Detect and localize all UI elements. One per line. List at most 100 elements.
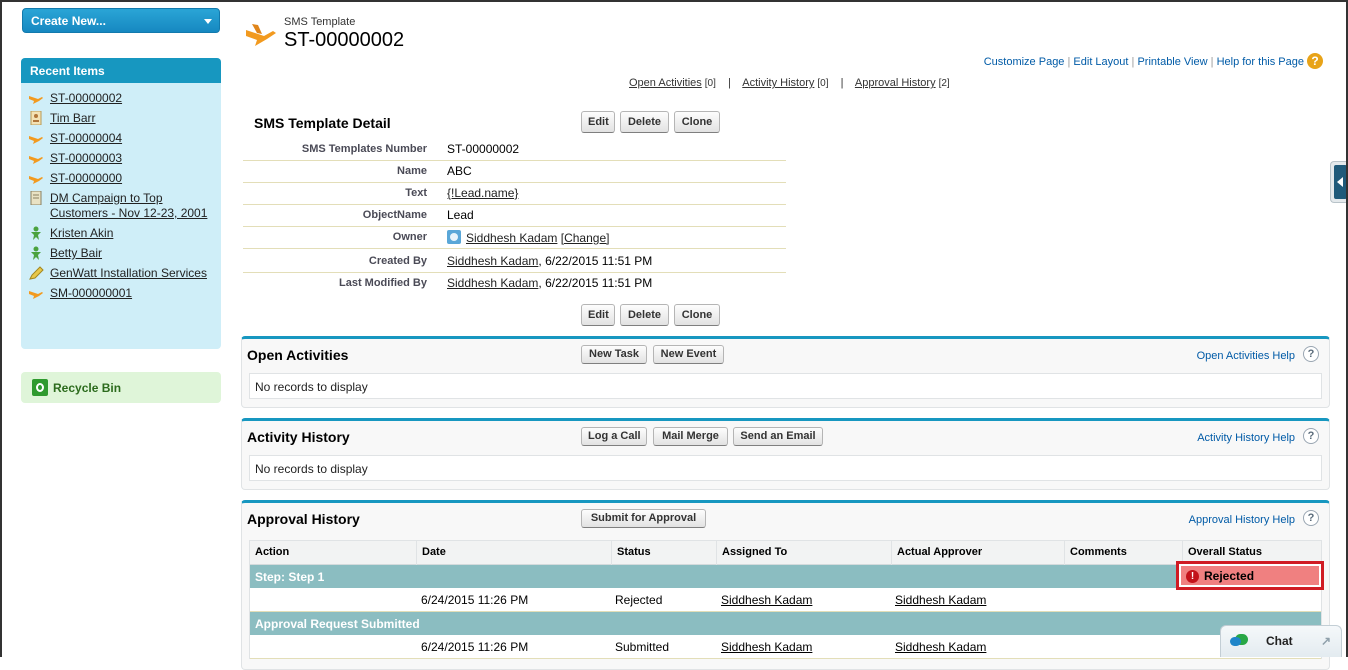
- plane-icon: [29, 96, 43, 104]
- field-row-objectname: ObjectName Lead: [243, 205, 786, 227]
- table-row: 6/24/2015 11:26 PM Submitted Siddhesh Ka…: [250, 635, 1321, 659]
- recent-item-link[interactable]: ST-00000002: [50, 91, 122, 105]
- customize-page-link[interactable]: Customize Page: [984, 56, 1065, 68]
- cell-actual-approver-link[interactable]: Siddhesh Kadam: [895, 640, 986, 654]
- approval-history-anchor[interactable]: Approval History: [855, 77, 936, 89]
- recent-item-link[interactable]: GenWatt Installation Services: [50, 266, 207, 280]
- field-row-text: Text {!Lead.name}: [243, 183, 786, 205]
- owner-change-link[interactable]: [Change]: [561, 231, 610, 245]
- clone-button[interactable]: Clone: [674, 111, 720, 133]
- open-activities-anchor[interactable]: Open Activities: [629, 77, 702, 89]
- edit-layout-link[interactable]: Edit Layout: [1073, 56, 1128, 68]
- related-list-links: Open Activities [0] | Activity History [0]…: [629, 77, 950, 89]
- pencil-icon: [29, 266, 44, 280]
- page-title: ST-00000002: [284, 29, 405, 51]
- recent-item-link[interactable]: DM Campaign to Top Customers - Nov 12-23…: [50, 191, 207, 220]
- field-row-last-modified: Last Modified By Siddhesh Kadam, 6/22/20…: [243, 273, 786, 295]
- contact-card-icon: [30, 111, 42, 125]
- plane-icon: [29, 156, 43, 164]
- table-header: Action Date Status Assigned To Actual Ap…: [250, 541, 1321, 565]
- column-header-actual-approver: Actual Approver: [891, 541, 1064, 565]
- create-new-button[interactable]: Create New...: [22, 8, 220, 33]
- recent-item-link[interactable]: Tim Barr: [50, 111, 96, 125]
- recycle-bin-link[interactable]: Recycle Bin: [21, 372, 221, 403]
- modified-by-link[interactable]: Siddhesh Kadam: [447, 276, 538, 290]
- cell-assigned-to-link[interactable]: Siddhesh Kadam: [721, 640, 812, 654]
- field-value: ABC: [447, 164, 472, 178]
- empty-message: No records to display: [249, 373, 1322, 399]
- chat-bubble-icon: [1230, 637, 1241, 646]
- field-row-owner: Owner Siddhesh Kadam [Change]: [243, 227, 786, 249]
- clone-button-bottom[interactable]: Clone: [674, 304, 720, 326]
- recent-item-link[interactable]: ST-00000000: [50, 171, 122, 185]
- delete-button-bottom[interactable]: Delete: [620, 304, 669, 326]
- edit-button[interactable]: Edit: [581, 111, 615, 133]
- section-title: Approval History: [247, 511, 360, 527]
- printable-view-link[interactable]: Printable View: [1137, 56, 1207, 68]
- created-by-link[interactable]: Siddhesh Kadam: [447, 254, 538, 268]
- activity-history-anchor[interactable]: Activity History: [742, 77, 814, 89]
- approval-history-table: Action Date Status Assigned To Actual Ap…: [249, 540, 1322, 659]
- recent-item-link[interactable]: Kristen Akin: [50, 226, 113, 240]
- field-row-name: Name ABC: [243, 161, 786, 183]
- field-label: ObjectName: [362, 209, 427, 221]
- recent-items-title: Recent Items: [21, 58, 221, 83]
- help-icon[interactable]: ?: [1303, 346, 1319, 362]
- field-label: SMS Templates Number: [301, 143, 427, 155]
- send-email-button[interactable]: Send an Email: [733, 427, 823, 446]
- overall-status-badge: ! Rejected: [1181, 566, 1319, 585]
- plane-icon: [29, 136, 43, 144]
- recent-item: ST-00000000: [21, 169, 221, 189]
- field-row-number: SMS Templates Number ST-00000002: [243, 139, 786, 161]
- chevron-left-icon: [1334, 165, 1347, 199]
- modified-date: , 6/22/2015 11:51 PM: [538, 276, 653, 290]
- field-value: Siddhesh Kadam, 6/22/2015 11:51 PM: [447, 276, 652, 290]
- help-icon[interactable]: ?: [1303, 510, 1319, 526]
- new-task-button[interactable]: New Task: [581, 345, 647, 364]
- cell-actual-approver-link[interactable]: Siddhesh Kadam: [895, 593, 986, 607]
- field-label: Last Modified By: [338, 277, 427, 289]
- text-value-link[interactable]: {!Lead.name}: [447, 186, 518, 200]
- cell-date: 6/24/2015 11:26 PM: [421, 593, 529, 607]
- step-header-row: Step: Step 1: [250, 565, 1321, 588]
- recent-item-link[interactable]: Betty Bair: [50, 246, 102, 260]
- log-a-call-button[interactable]: Log a Call: [581, 427, 647, 446]
- delete-button[interactable]: Delete: [620, 111, 669, 133]
- recent-item: ST-00000003: [21, 149, 221, 169]
- approval-history-help-link[interactable]: Approval History Help: [1189, 514, 1295, 526]
- help-icon[interactable]: ?: [1303, 428, 1319, 444]
- help-for-page-link[interactable]: Help for this Page: [1217, 56, 1304, 68]
- field-label: Owner: [392, 231, 427, 243]
- recent-items-list: ST-00000002 Tim Barr ST-00000004 ST-0000…: [21, 83, 221, 304]
- help-icon[interactable]: ?: [1307, 53, 1323, 69]
- chevron-down-icon: [204, 19, 212, 24]
- sidebar-collapse-tab[interactable]: [1330, 161, 1348, 203]
- created-date: , 6/22/2015 11:51 PM: [538, 254, 653, 268]
- recent-item: Kristen Akin: [21, 224, 221, 244]
- approval-history-count: [2]: [938, 78, 950, 89]
- chat-widget[interactable]: Chat ↗: [1220, 625, 1342, 657]
- step-header-row: Approval Request Submitted: [250, 612, 1321, 635]
- recent-item-link[interactable]: ST-00000004: [50, 131, 122, 145]
- recycle-bin-label: Recycle Bin: [53, 381, 122, 395]
- recent-item: GenWatt Installation Services: [21, 264, 221, 284]
- object-type-label: SMS Template: [284, 16, 356, 28]
- open-activities-help-link[interactable]: Open Activities Help: [1197, 350, 1295, 362]
- recent-item-link[interactable]: ST-00000003: [50, 151, 122, 165]
- cell-assigned-to-link[interactable]: Siddhesh Kadam: [721, 593, 812, 607]
- mail-merge-button[interactable]: Mail Merge: [653, 427, 728, 446]
- field-value: ST-00000002: [447, 142, 520, 156]
- recent-item: Betty Bair: [21, 244, 221, 264]
- separator: |: [727, 77, 731, 89]
- recent-item: ST-00000004: [21, 129, 221, 149]
- popout-icon[interactable]: ↗: [1321, 634, 1331, 648]
- recent-item-link[interactable]: SM-000000001: [50, 286, 132, 300]
- activity-history-help-link[interactable]: Activity History Help: [1197, 432, 1295, 444]
- submit-for-approval-button[interactable]: Submit for Approval: [581, 509, 706, 528]
- cell-status: Submitted: [615, 640, 670, 654]
- owner-link[interactable]: Siddhesh Kadam: [466, 231, 557, 245]
- new-event-button[interactable]: New Event: [653, 345, 724, 364]
- field-value: {!Lead.name}: [447, 186, 518, 200]
- edit-button-bottom[interactable]: Edit: [581, 304, 615, 326]
- table-row: 6/24/2015 11:26 PM Rejected Siddhesh Kad…: [250, 588, 1321, 612]
